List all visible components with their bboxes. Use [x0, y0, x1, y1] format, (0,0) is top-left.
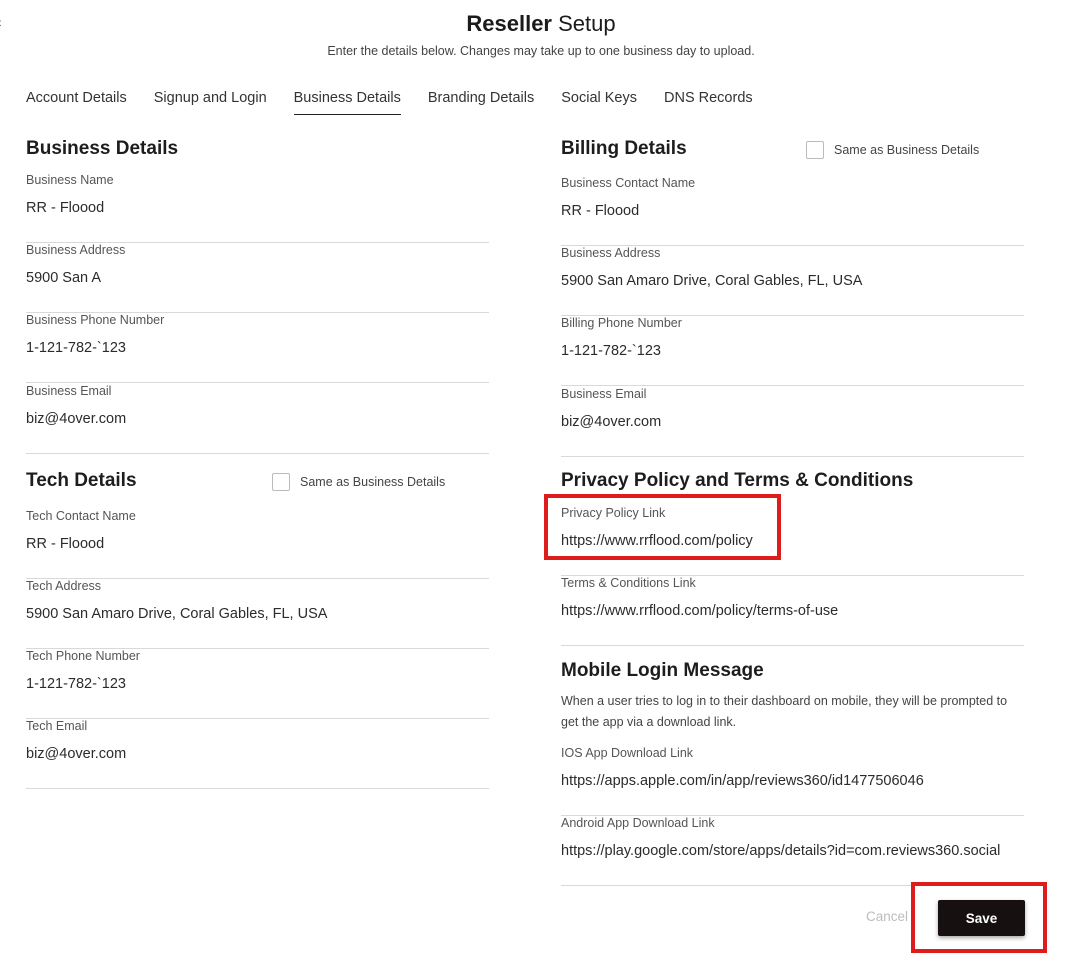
field-label: Business Email	[26, 384, 112, 398]
field-label: Business Email	[561, 387, 647, 401]
field-label: Business Phone Number	[26, 313, 165, 327]
field-value[interactable]: https://apps.apple.com/in/app/reviews360…	[561, 773, 1024, 790]
checkbox-label: Same as Business Details	[300, 475, 446, 489]
business-address-field[interactable]: Business Address 5900 San A	[26, 243, 489, 313]
billing-same-as-business-toggle[interactable]: Same as Business Details	[806, 141, 979, 159]
billing-address-field[interactable]: Business Address 5900 San Amaro Drive, C…	[561, 246, 1024, 316]
android-download-link-field[interactable]: Android App Download Link https://play.g…	[561, 816, 1024, 886]
tech-details-heading: Tech Details	[26, 470, 137, 491]
tech-phone-field[interactable]: Tech Phone Number 1-121-782-`123	[26, 649, 489, 719]
page-title: Reseller Setup	[466, 11, 616, 36]
tab-bar: Account Details Signup and Login Busines…	[26, 90, 780, 115]
business-email-field[interactable]: Business Email biz@4over.com	[26, 384, 489, 454]
field-label: IOS App Download Link	[561, 746, 694, 760]
tab-account-details[interactable]: Account Details	[26, 90, 127, 115]
tab-business-details[interactable]: Business Details	[293, 90, 401, 115]
tech-same-as-checkbox[interactable]	[272, 473, 290, 491]
field-value[interactable]: 5900 San A	[26, 270, 489, 287]
field-label: Tech Contact Name	[26, 509, 136, 523]
field-value[interactable]: 1-121-782-`123	[26, 340, 489, 357]
mobile-login-description: When a user tries to log in to their das…	[561, 694, 1008, 729]
field-value[interactable]: 5900 San Amaro Drive, Coral Gables, FL, …	[26, 606, 489, 623]
business-details-heading: Business Details	[26, 138, 179, 159]
field-label: Business Address	[561, 246, 661, 260]
field-value[interactable]: RR - Floood	[26, 200, 489, 217]
field-value[interactable]: RR - Floood	[561, 203, 1024, 220]
cancel-button[interactable]: Cancel	[866, 909, 908, 924]
save-button[interactable]: Save	[938, 900, 1025, 936]
mobile-login-heading: Mobile Login Message	[561, 660, 764, 681]
field-label: Tech Email	[26, 719, 88, 733]
field-value[interactable]: https://www.rrflood.com/policy/terms-of-…	[561, 603, 1024, 620]
billing-phone-field[interactable]: Billing Phone Number 1-121-782-`123	[561, 316, 1024, 386]
field-label: Terms & Conditions Link	[561, 576, 696, 590]
field-label: Business Contact Name	[561, 176, 696, 190]
page-header: Reseller Setup Enter the details below. …	[0, 10, 1082, 58]
tab-branding-details[interactable]: Branding Details	[428, 90, 534, 115]
terms-conditions-link-field[interactable]: Terms & Conditions Link https://www.rrfl…	[561, 576, 1024, 646]
tech-address-field[interactable]: Tech Address 5900 San Amaro Drive, Coral…	[26, 579, 489, 649]
privacy-link-highlight	[544, 494, 781, 560]
field-label: Android App Download Link	[561, 816, 715, 830]
billing-same-as-checkbox[interactable]	[806, 141, 824, 159]
field-value[interactable]: https://play.google.com/store/apps/detai…	[561, 843, 1024, 860]
ios-download-link-field[interactable]: IOS App Download Link https://apps.apple…	[561, 746, 1024, 816]
business-name-field[interactable]: Business Name RR - Floood	[26, 173, 489, 243]
tab-dns-records[interactable]: DNS Records	[664, 90, 753, 115]
field-label: Billing Phone Number	[561, 316, 682, 330]
tech-contact-name-field[interactable]: Tech Contact Name RR - Floood	[26, 509, 489, 579]
checkbox-label: Same as Business Details	[834, 143, 980, 157]
field-value[interactable]: biz@4over.com	[26, 746, 489, 763]
field-label: Business Name	[26, 173, 114, 187]
field-label: Tech Phone Number	[26, 649, 140, 663]
field-value[interactable]: 5900 San Amaro Drive, Coral Gables, FL, …	[561, 273, 1024, 290]
field-value[interactable]: biz@4over.com	[561, 414, 1024, 431]
tech-email-field[interactable]: Tech Email biz@4over.com	[26, 719, 489, 789]
billing-email-field[interactable]: Business Email biz@4over.com	[561, 387, 1024, 457]
tech-same-as-business-toggle[interactable]: Same as Business Details	[272, 473, 445, 491]
tab-social-keys[interactable]: Social Keys	[561, 90, 637, 115]
field-value[interactable]: RR - Floood	[26, 536, 489, 553]
field-label: Business Address	[26, 243, 126, 257]
billing-contact-name-field[interactable]: Business Contact Name RR - Floood	[561, 176, 1024, 246]
tab-signup-and-login[interactable]: Signup and Login	[154, 90, 267, 115]
page-subtitle: Enter the details below. Changes may tak…	[327, 44, 755, 58]
field-value[interactable]: 1-121-782-`123	[561, 343, 1024, 360]
business-phone-field[interactable]: Business Phone Number 1-121-782-`123	[26, 313, 489, 383]
privacy-terms-heading: Privacy Policy and Terms & Conditions	[561, 470, 914, 491]
billing-details-heading: Billing Details	[561, 138, 687, 159]
field-label: Tech Address	[26, 579, 102, 593]
field-value[interactable]: biz@4over.com	[26, 411, 489, 428]
field-value[interactable]: 1-121-782-`123	[26, 676, 489, 693]
